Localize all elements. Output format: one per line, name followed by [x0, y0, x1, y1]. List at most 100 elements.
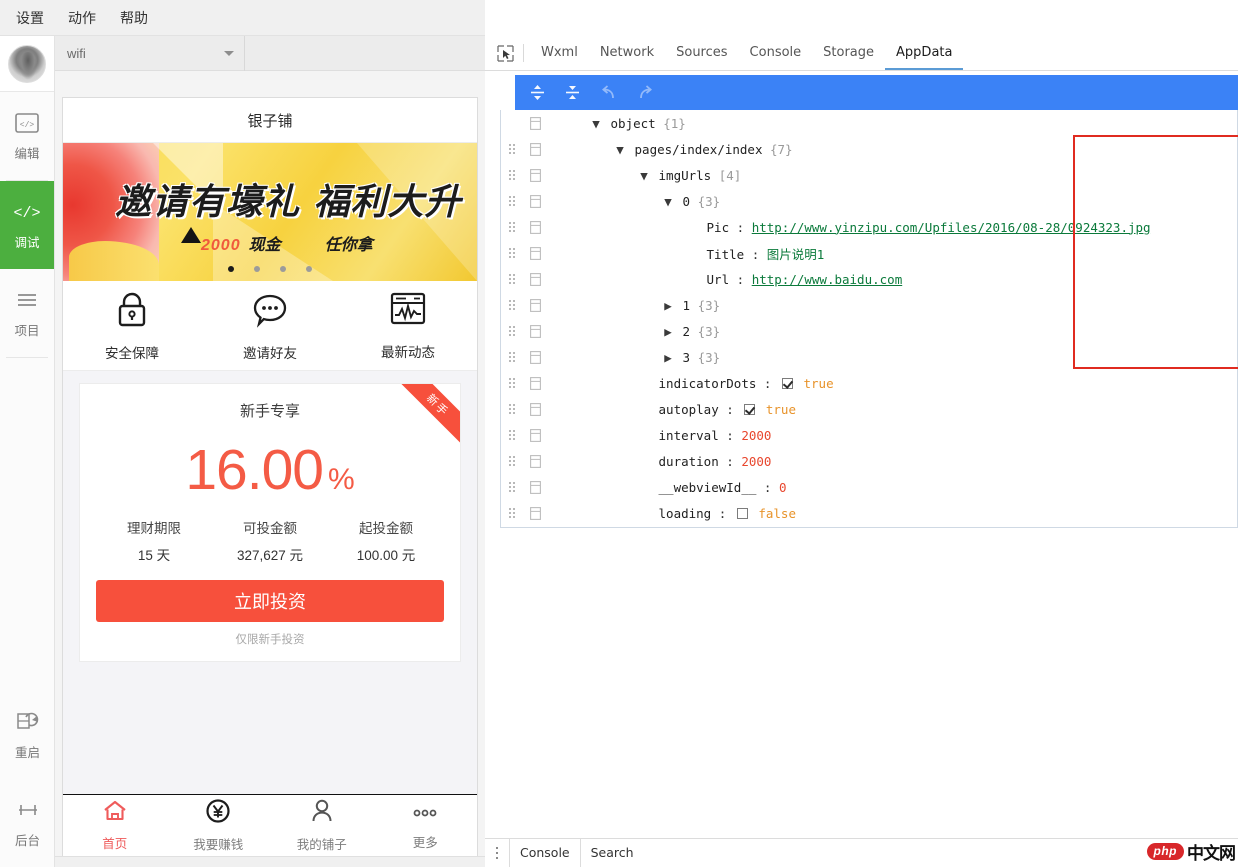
inspect-cursor-icon[interactable] [490, 36, 520, 71]
carousel-dot[interactable] [228, 266, 234, 272]
quick-action-news[interactable]: 最新动态 [339, 281, 477, 370]
bookmark-icon[interactable] [523, 325, 547, 338]
drag-handle-icon[interactable] [501, 482, 523, 492]
drag-handle-icon[interactable] [501, 404, 523, 414]
bookmark-icon[interactable] [523, 429, 547, 442]
tab-storage[interactable]: Storage [812, 36, 885, 70]
tree-row[interactable]: __webviewId__ : 0 [501, 474, 1237, 500]
tree-row[interactable]: interval : 2000 [501, 422, 1237, 448]
rail-item-project[interactable]: 项目 [0, 269, 54, 357]
bookmark-icon[interactable] [523, 351, 547, 364]
tree-row[interactable]: ▼ 0 {3} [501, 188, 1237, 214]
tabbar-item-more[interactable]: 更多 [374, 795, 478, 856]
menu-settings[interactable]: 设置 [16, 8, 44, 28]
twisty-open-icon[interactable]: ▼ [613, 142, 627, 157]
tree-row[interactable]: Url : http://www.baidu.com [501, 266, 1237, 292]
tab-console[interactable]: Console [739, 36, 813, 70]
tabbar-item-home[interactable]: 首页 [63, 795, 167, 856]
rail-item-edit[interactable]: </> 编辑 [0, 92, 54, 180]
tree-row[interactable]: indicatorDots : true [501, 370, 1237, 396]
bookmark-icon[interactable] [523, 143, 547, 156]
banner-carousel[interactable]: 邀请有壕礼 福利大升 2000现金任你拿 [63, 143, 477, 281]
bookmark-icon[interactable] [523, 299, 547, 312]
invest-now-button[interactable]: 立即投资 [96, 580, 444, 622]
drawer-tab-console[interactable]: Console [509, 839, 581, 867]
more-options-icon[interactable] [485, 839, 509, 867]
tree-value-link[interactable]: http://www.baidu.com [752, 272, 903, 287]
drag-handle-icon[interactable] [501, 352, 523, 362]
bookmark-icon[interactable] [523, 195, 547, 208]
twisty-open-icon[interactable]: ▼ [661, 194, 675, 209]
tree-row[interactable]: Title : 图片说明1 [501, 240, 1237, 266]
expand-vertical-icon[interactable] [529, 84, 546, 101]
rail-item-debug[interactable]: </> 调试 [0, 181, 54, 269]
tree-row[interactable]: ▶ 3 {3} [501, 344, 1237, 370]
tree-row[interactable]: ▼ pages/index/index {7} [501, 136, 1237, 162]
twisty-open-icon[interactable]: ▼ [589, 116, 603, 131]
drag-handle-icon[interactable] [501, 274, 523, 284]
bookmark-icon[interactable] [523, 247, 547, 260]
tree-value-number[interactable]: 2000 [741, 454, 771, 469]
menu-actions[interactable]: 动作 [68, 8, 96, 28]
twisty-closed-icon[interactable]: ▶ [661, 324, 675, 339]
bookmark-icon[interactable] [523, 403, 547, 416]
tree-row[interactable]: autoplay : true [501, 396, 1237, 422]
tab-wxml[interactable]: Wxml [530, 36, 589, 70]
menu-help[interactable]: 帮助 [120, 8, 148, 28]
tree-value-checkbox[interactable] [782, 378, 793, 389]
tab-sources[interactable]: Sources [665, 36, 738, 70]
carousel-dot[interactable] [280, 266, 286, 272]
tree-row[interactable]: ▶ 2 {3} [501, 318, 1237, 344]
avatar-cell[interactable] [0, 36, 54, 92]
drag-handle-icon[interactable] [501, 196, 523, 206]
drag-handle-icon[interactable] [501, 248, 523, 258]
drag-handle-icon[interactable] [501, 222, 523, 232]
twisty-open-icon[interactable]: ▼ [637, 168, 651, 183]
tree-row[interactable]: duration : 2000 [501, 448, 1237, 474]
bookmark-icon[interactable] [523, 221, 547, 234]
tree-row[interactable]: ▼ imgUrls [4] [501, 162, 1237, 188]
collapse-vertical-icon[interactable] [564, 84, 581, 101]
tree-row[interactable]: ▶ 1 {3} [501, 292, 1237, 318]
drag-handle-icon[interactable] [501, 170, 523, 180]
bookmark-icon[interactable] [523, 455, 547, 468]
tree-value-string[interactable]: 图片说明1 [767, 247, 825, 262]
tab-appdata[interactable]: AppData [885, 36, 963, 70]
drag-handle-icon[interactable] [501, 508, 523, 518]
carousel-dot[interactable] [254, 266, 260, 272]
rail-item-restart[interactable]: 重启 [0, 691, 55, 779]
bookmark-icon[interactable] [523, 507, 547, 520]
tree-row[interactable]: loading : false [501, 500, 1237, 526]
tree-value-number[interactable]: 2000 [741, 428, 771, 443]
drawer-tab-search[interactable]: Search [581, 839, 644, 867]
bookmark-icon[interactable] [523, 481, 547, 494]
tab-network[interactable]: Network [589, 36, 665, 70]
bookmark-icon[interactable] [523, 377, 547, 390]
tabbar-item-shop[interactable]: 我的铺子 [270, 795, 374, 856]
appdata-tree[interactable]: ▼ object {1}▼ pages/index/index {7}▼ img… [500, 110, 1238, 528]
tree-row[interactable]: ▼ object {1} [501, 110, 1237, 136]
drag-handle-icon[interactable] [501, 378, 523, 388]
twisty-closed-icon[interactable]: ▶ [661, 350, 675, 365]
tree-value-number[interactable]: 0 [779, 480, 787, 495]
bookmark-icon[interactable] [523, 169, 547, 182]
bookmark-icon[interactable] [523, 273, 547, 286]
drag-handle-icon[interactable] [501, 300, 523, 310]
carousel-dot[interactable] [306, 266, 312, 272]
tabbar-item-earn[interactable]: 我要赚钱 [167, 795, 271, 856]
quick-action-security[interactable]: 安全保障 [63, 281, 201, 370]
redo-arrow-icon[interactable] [636, 84, 655, 101]
drag-handle-icon[interactable] [501, 430, 523, 440]
network-select[interactable]: wifi [55, 36, 245, 71]
drag-handle-icon[interactable] [501, 456, 523, 466]
drag-handle-icon[interactable] [501, 144, 523, 154]
quick-action-invite[interactable]: 邀请好友 [201, 281, 339, 370]
tree-value-checkbox[interactable] [744, 404, 755, 415]
twisty-closed-icon[interactable]: ▶ [661, 298, 675, 313]
drag-handle-icon[interactable] [501, 326, 523, 336]
bookmark-icon[interactable] [523, 117, 547, 130]
rail-item-background[interactable]: 后台 [0, 779, 55, 867]
undo-arrow-icon[interactable] [599, 84, 618, 101]
tree-value-link[interactable]: http://www.yinzipu.com/Upfiles/2016/08-2… [752, 220, 1151, 235]
tree-row[interactable]: Pic : http://www.yinzipu.com/Upfiles/201… [501, 214, 1237, 240]
